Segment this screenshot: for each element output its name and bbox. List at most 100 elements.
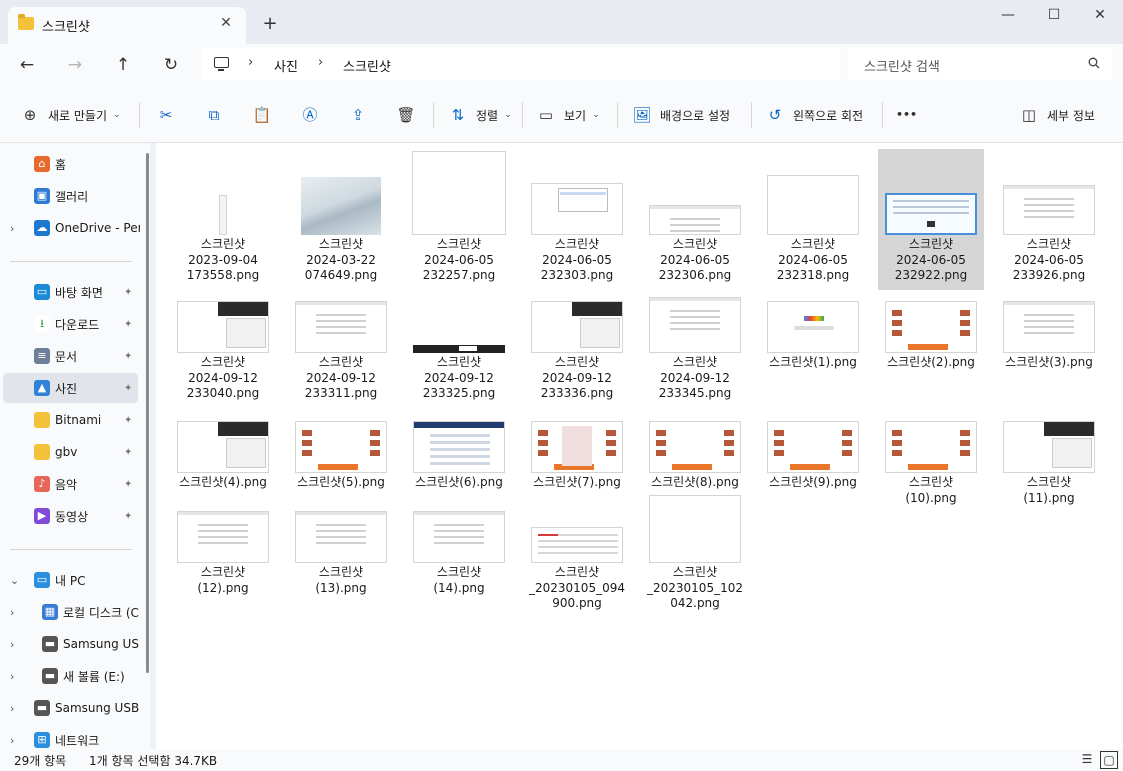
details-view-button[interactable]: ☰ xyxy=(1078,751,1096,769)
sidebar-scrollbar[interactable] xyxy=(146,153,149,673)
more-options-button[interactable]: ••• xyxy=(896,103,917,127)
thumbnail-detail xyxy=(670,316,720,318)
details-pane-button[interactable]: ◫ 세부 정보 xyxy=(1019,103,1095,127)
thumbnail-detail xyxy=(650,298,740,301)
thumbnail-detail xyxy=(1024,210,1074,212)
thumbnail-detail xyxy=(724,430,734,436)
paste-button[interactable]: 📋 xyxy=(252,103,272,127)
file-item[interactable]: 스크린샷 (13).png xyxy=(288,495,394,628)
up-button[interactable]: ↑ xyxy=(110,52,136,78)
sidebar-item-6[interactable]: ≡ 문서 ✦ xyxy=(0,341,140,371)
file-name: 스크린샷 2024-06-05 232922.png xyxy=(894,237,968,282)
pin-icon: ✦ xyxy=(124,382,133,394)
sort-button[interactable]: ⇅ 정렬 ⌄ xyxy=(448,103,512,127)
file-item[interactable]: 스크린샷 2024-06-05 232257.png xyxy=(406,149,512,290)
rename-button[interactable]: Ⓐ xyxy=(300,103,320,127)
thumbnail-detail xyxy=(774,430,784,436)
sidebar-item-label: OneDrive - Pers xyxy=(55,221,140,235)
sidebar-item-8[interactable]: Bitnami ✦ xyxy=(0,405,140,435)
sidebar-item-2[interactable]: ▣ 갤러리 xyxy=(0,181,140,211)
search-input[interactable]: 스크린샷 검색 xyxy=(848,48,1112,80)
close-window-button[interactable]: ✕ xyxy=(1077,0,1123,32)
chevron-right-icon[interactable]: › xyxy=(10,670,14,683)
file-name: 스크린샷 2024-09-12 233040.png xyxy=(186,355,260,400)
thumbnail-detail xyxy=(670,224,720,226)
maximize-button[interactable]: ☐ xyxy=(1031,0,1077,32)
delete-button[interactable]: 🗑 xyxy=(396,103,416,127)
cut-button[interactable]: ✂ xyxy=(156,103,176,127)
rename-icon: Ⓐ xyxy=(302,106,318,124)
sidebar-item-11[interactable]: ▶ 동영상 ✦ xyxy=(0,501,140,531)
file-name: 스크린샷 2024-03-22 074649.png xyxy=(304,237,378,282)
file-name: 스크린샷 _20230105_094 900.png xyxy=(529,565,625,610)
tab-screenshots[interactable]: 스크린샷 ✕ xyxy=(8,7,246,44)
sidebar-item-12[interactable]: ⌄ ▭ 내 PC xyxy=(0,565,140,595)
chevron-right-icon[interactable]: › xyxy=(248,55,253,70)
file-thumbnail xyxy=(295,301,387,353)
chevron-right-icon[interactable]: › xyxy=(10,702,14,715)
chevron-right-icon[interactable]: › xyxy=(10,222,14,235)
sidebar-item-9[interactable]: gbv ✦ xyxy=(0,437,140,467)
file-item[interactable]: 스크린샷 2024-06-05 232306.png xyxy=(642,149,748,290)
breadcrumb-pictures[interactable]: 사진 xyxy=(274,56,298,75)
file-item[interactable]: 스크린샷 2024-06-05 232303.png xyxy=(524,149,630,290)
minimize-button[interactable]: — xyxy=(985,0,1031,32)
sidebar-item-14[interactable]: › ▬ Samsung USB xyxy=(0,629,140,659)
file-item[interactable]: 스크린샷(9).png xyxy=(760,405,866,523)
copy-button[interactable]: ⧉ xyxy=(204,103,224,127)
chevron-right-icon[interactable]: › xyxy=(10,606,14,619)
chevron-right-icon[interactable]: › xyxy=(10,638,14,651)
share-button[interactable]: ⇪ xyxy=(348,103,368,127)
sidebar-item-13[interactable]: › ▦ 로컬 디스크 (C xyxy=(0,597,140,627)
file-name: 스크린샷 2024-06-05 232318.png xyxy=(776,237,850,282)
file-item[interactable]: 스크린샷 2023-09-04 173558.png xyxy=(170,149,276,290)
file-item[interactable]: 스크린샷 (14).png xyxy=(406,495,512,628)
sidebar-item-label: 문서 xyxy=(55,349,78,364)
file-item[interactable]: 스크린샷(2).png xyxy=(878,295,984,413)
sidebar-item-7[interactable]: ▲ 사진 ✦ xyxy=(3,373,138,403)
sidebar-item-15[interactable]: › ▬ 새 볼륨 (E:) xyxy=(0,661,140,691)
file-thumbnail xyxy=(177,301,269,353)
file-item[interactable]: 스크린샷 2024-06-05 232318.png xyxy=(760,149,866,290)
file-item[interactable]: 스크린샷 _20230105_094 900.png xyxy=(524,495,630,644)
set-as-background-button[interactable]: 🖼 배경으로 설정 xyxy=(632,103,730,127)
file-item[interactable]: 스크린샷 2024-06-05 232922.png xyxy=(878,149,984,290)
file-item[interactable]: 스크린샷 2024-03-22 074649.png xyxy=(288,149,394,290)
sidebar-item-3[interactable]: › ☁ OneDrive - Pers xyxy=(0,213,140,243)
thumbnail-detail xyxy=(672,464,712,470)
sidebar-item-1[interactable]: ⌂ 홈 xyxy=(0,149,140,179)
home-icon: ⌂ xyxy=(34,156,50,172)
thumbnail-view-button[interactable]: ▢ xyxy=(1100,751,1118,769)
file-thumbnail xyxy=(531,527,623,563)
new-button[interactable]: ⊕ 새로 만들기 ⌄ xyxy=(20,103,121,127)
sidebar-item-16[interactable]: › ▬ Samsung USB ( xyxy=(0,693,140,723)
back-button[interactable]: ← xyxy=(14,52,40,78)
address-bar[interactable]: › 사진 › 스크린샷 xyxy=(202,48,840,80)
file-item[interactable]: 스크린샷 _20230105_102 042.png xyxy=(642,495,748,644)
file-name: 스크린샷 2024-09-12 233311.png xyxy=(304,355,378,400)
sidebar-item-10[interactable]: ♪ 음악 ✦ xyxy=(0,469,140,499)
sidebar-item-17[interactable]: › ⊞ 네트워크 xyxy=(0,725,140,749)
new-tab-button[interactable]: + xyxy=(258,12,282,36)
computer-icon[interactable] xyxy=(214,57,229,71)
chevron-right-icon[interactable]: › xyxy=(10,734,14,747)
usb-icon: ▬ xyxy=(42,636,58,652)
chevron-down-icon[interactable]: ⌄ xyxy=(10,574,19,587)
view-button[interactable]: ▭ 보기 ⌄ xyxy=(536,103,600,127)
rotate-left-button[interactable]: ↺ 왼쪽으로 회전 xyxy=(765,103,863,127)
close-tab-icon[interactable]: ✕ xyxy=(216,13,236,33)
sidebar-item-5[interactable]: ⭳ 다운로드 ✦ xyxy=(0,309,140,339)
file-item[interactable]: 스크린샷(1).png xyxy=(760,295,866,413)
file-name: 스크린샷 2024-09-12 233336.png xyxy=(540,355,614,400)
chevron-right-icon[interactable]: › xyxy=(318,55,323,70)
breadcrumb-screenshots[interactable]: 스크린샷 xyxy=(343,56,391,75)
thumbnail-detail xyxy=(434,524,484,526)
file-item[interactable]: 스크린샷 (10).png xyxy=(878,405,984,538)
file-item[interactable]: 스크린샷 (12).png xyxy=(170,495,276,628)
file-item[interactable]: 스크린샷 (11).png xyxy=(996,405,1102,538)
sidebar-item-4[interactable]: ▭ 바탕 화면 ✦ xyxy=(0,277,140,307)
refresh-button[interactable]: ↻ xyxy=(158,52,184,78)
file-item[interactable]: 스크린샷(3).png xyxy=(996,295,1102,413)
file-item[interactable]: 스크린샷 2024-06-05 233926.png xyxy=(996,149,1102,290)
forward-button[interactable]: → xyxy=(62,52,88,78)
